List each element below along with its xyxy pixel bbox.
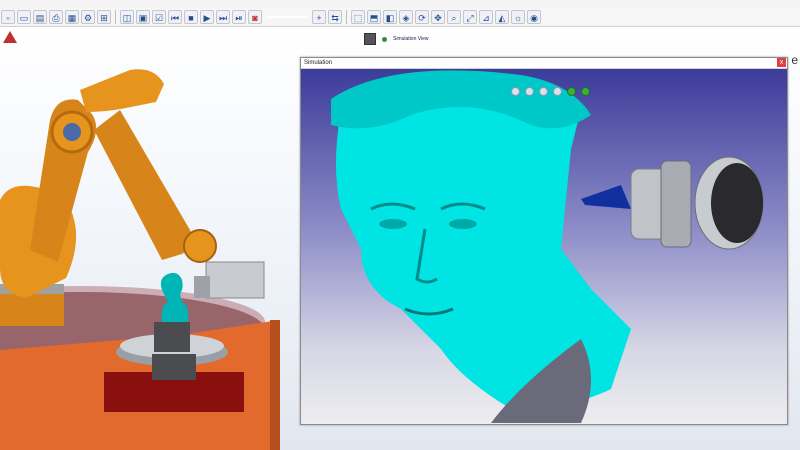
- print-icon[interactable]: ⎙: [49, 10, 63, 24]
- fit-icon[interactable]: ⤢: [463, 10, 477, 24]
- component-icon[interactable]: ▣: [136, 10, 150, 24]
- view-toolbar-label: Simulation View: [393, 36, 429, 42]
- open-file-icon[interactable]: ▭: [17, 10, 31, 24]
- view-status-icon: [382, 36, 387, 42]
- simulation-window-title: Simulation: [304, 60, 333, 66]
- measure-icon[interactable]: ⊿: [479, 10, 493, 24]
- corner-label: e: [791, 53, 798, 67]
- view-front-icon[interactable]: ⬚: [351, 10, 365, 24]
- zoom-icon[interactable]: ⌕: [447, 10, 461, 24]
- robot-forearm: [94, 110, 192, 260]
- tool-collar: [660, 160, 692, 248]
- sim-zoom-icon[interactable]: [525, 87, 534, 96]
- simulation-scene: [331, 70, 764, 423]
- bust-eye-left: [379, 219, 407, 229]
- rewind-icon[interactable]: ⏮: [168, 10, 182, 24]
- sim-rotate-icon[interactable]: [539, 87, 548, 96]
- close-icon[interactable]: x: [777, 58, 786, 67]
- robot-spindle: [205, 261, 265, 299]
- robot-elbow-cap: [63, 123, 81, 141]
- sim-view-icon[interactable]: [511, 87, 520, 96]
- toolbar-separator: [115, 10, 116, 24]
- toolbar-separator: [346, 10, 347, 24]
- record-icon[interactable]: ◙: [248, 10, 262, 24]
- simulation-toolbar: [511, 87, 590, 96]
- robot-upper-arm-head: [80, 69, 164, 112]
- cutting-tool: [581, 185, 631, 209]
- speed-plus-icon[interactable]: +: [312, 10, 326, 24]
- simulation-window[interactable]: Simulation x: [300, 57, 788, 425]
- render-icon[interactable]: ◉: [527, 10, 541, 24]
- robot-wrist: [183, 229, 217, 263]
- work-table-edge: [270, 320, 280, 450]
- view-iso-icon[interactable]: ◈: [399, 10, 413, 24]
- section-icon[interactable]: ◭: [495, 10, 509, 24]
- view-side-icon[interactable]: ◧: [383, 10, 397, 24]
- align-icon[interactable]: ⇆: [328, 10, 342, 24]
- check-icon[interactable]: ☑: [152, 10, 166, 24]
- play-icon[interactable]: ▶: [200, 10, 214, 24]
- robot-base: [0, 290, 64, 326]
- light-icon[interactable]: ☼: [511, 10, 525, 24]
- view-toolbar: Simulation View: [364, 30, 428, 48]
- new-file-icon[interactable]: ▫: [1, 10, 15, 24]
- tools-icon[interactable]: ⚙: [81, 10, 95, 24]
- bust-eye-right: [449, 219, 477, 229]
- frame-icon[interactable]: ◫: [120, 10, 134, 24]
- end-icon[interactable]: ⏯: [232, 10, 246, 24]
- rotate-icon[interactable]: ⟳: [415, 10, 429, 24]
- rotary-stage-body: [152, 354, 196, 380]
- save-icon[interactable]: ▤: [33, 10, 47, 24]
- view-cube-icon[interactable]: [364, 33, 376, 45]
- spindle-face: [711, 163, 763, 243]
- stop-icon[interactable]: ■: [184, 10, 198, 24]
- spindle-nose: [194, 276, 210, 298]
- sim-status-icon: [581, 87, 590, 96]
- sim-pan-icon[interactable]: [553, 87, 562, 96]
- pan-icon[interactable]: ✥: [431, 10, 445, 24]
- step-icon[interactable]: ⏭: [216, 10, 230, 24]
- sim-status-icon: [567, 87, 576, 96]
- simulation-viewport[interactable]: [301, 69, 787, 424]
- speed-slider[interactable]: [264, 10, 310, 24]
- menu-bar: [0, 0, 800, 8]
- snap-icon[interactable]: ⊞: [97, 10, 111, 24]
- part-fixture: [154, 322, 190, 352]
- view-top-icon[interactable]: ⬒: [367, 10, 381, 24]
- main-toolbar: ▫ ▭ ▤ ⎙ ▦ ⚙ ⊞ ◫ ▣ ☑ ⏮ ■ ▶ ⏭ ⏯ ◙ + ⇆ ⬚ ⬒ …: [0, 8, 800, 27]
- grid-icon[interactable]: ▦: [65, 10, 79, 24]
- axis-warning-icon: [3, 31, 17, 43]
- simulation-window-titlebar[interactable]: Simulation x: [301, 58, 787, 69]
